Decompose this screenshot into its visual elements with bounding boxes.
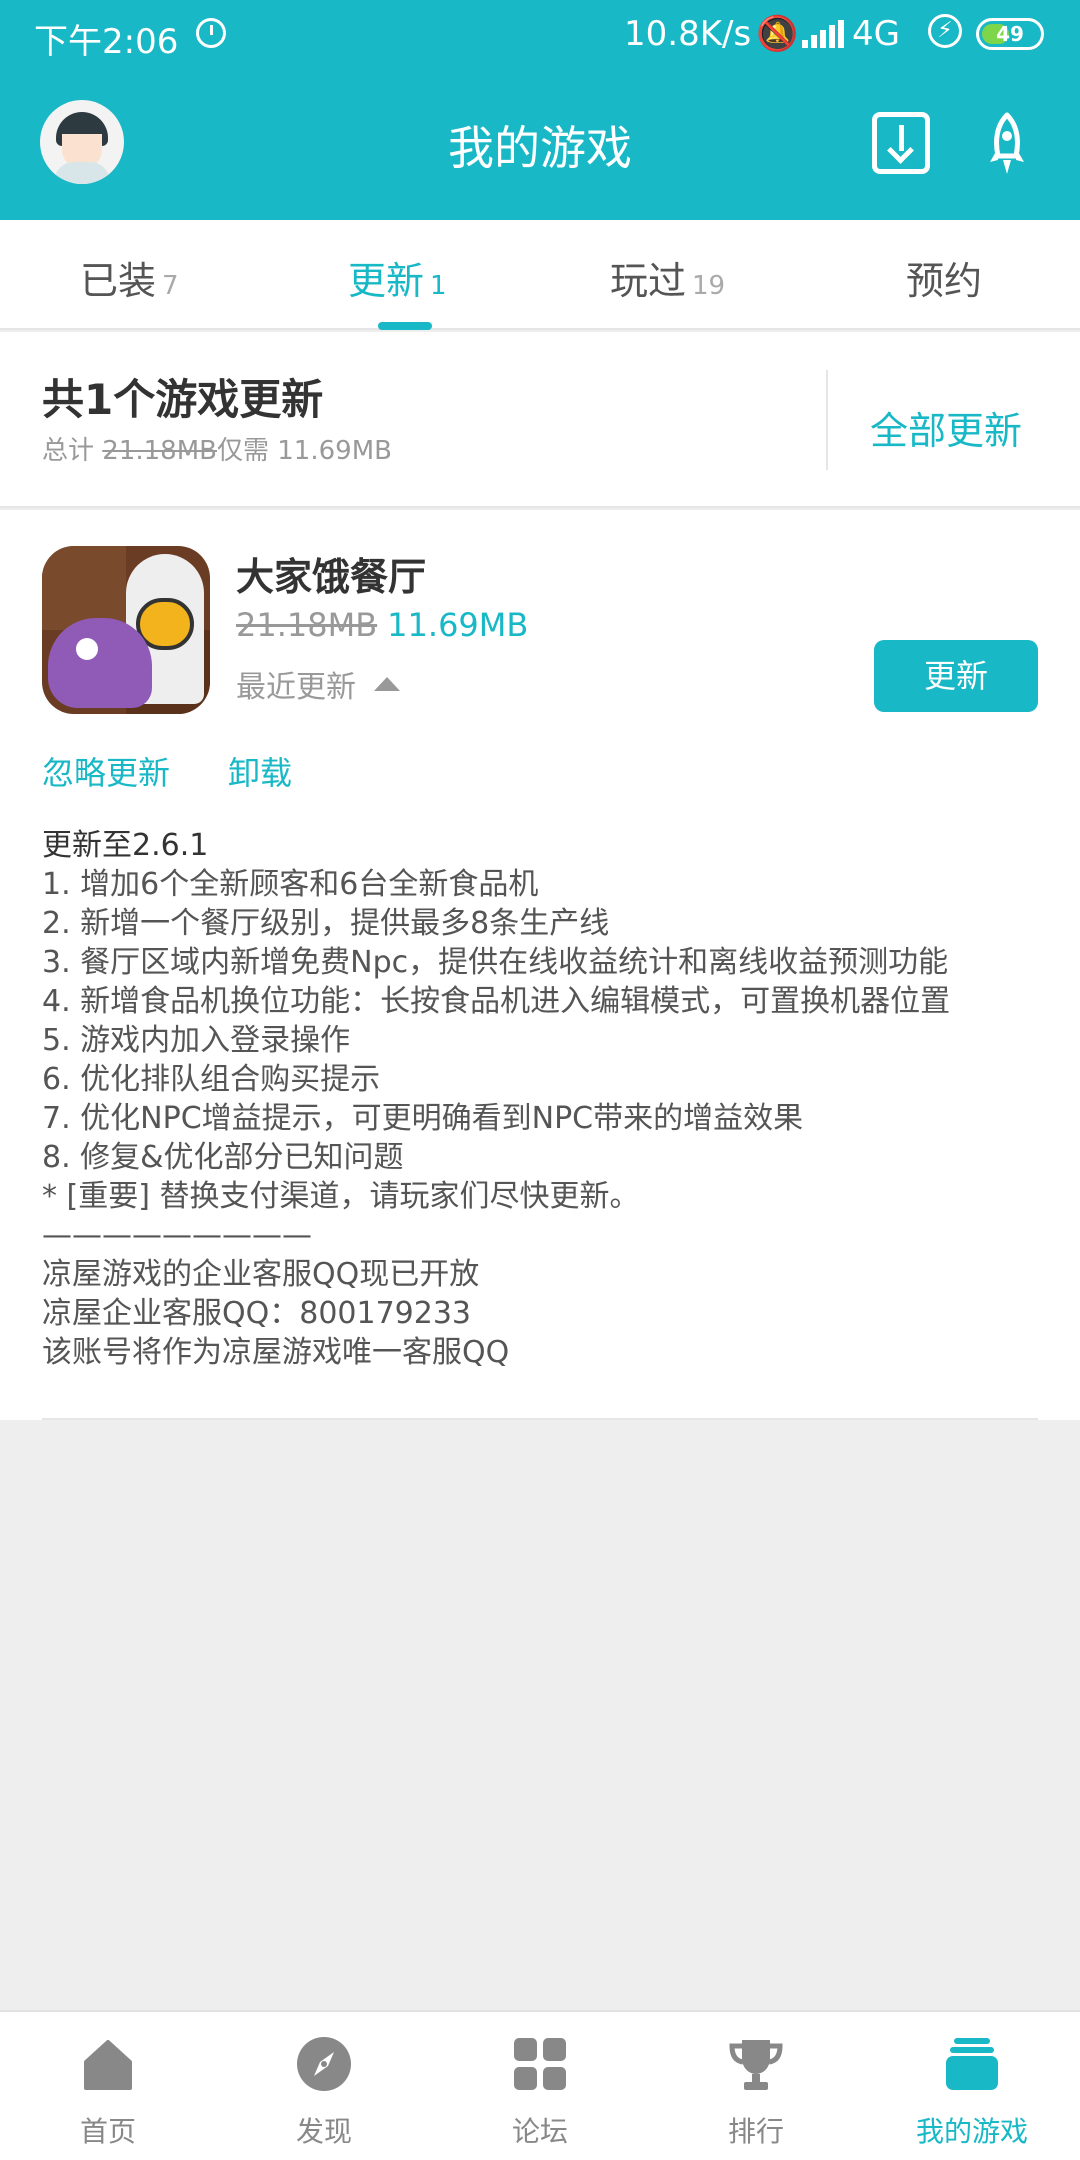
update-button[interactable]: 更新 bbox=[874, 640, 1038, 712]
battery-icon: 49 bbox=[976, 18, 1044, 50]
game-name[interactable]: 大家饿餐厅 bbox=[236, 546, 426, 601]
grid-icon bbox=[514, 2038, 566, 2090]
note-line: 凉屋游戏的企业客服QQ现已开放 bbox=[42, 1257, 480, 1292]
bottom-nav: 首页 发现 论坛 排行 我的游戏 bbox=[0, 2010, 1080, 2160]
note-line: 6. 优化排队组合购买提示 bbox=[42, 1062, 381, 1097]
ignore-update-link[interactable]: 忽略更新 bbox=[42, 748, 170, 794]
avatar-body bbox=[54, 162, 110, 184]
tab-count: 1 bbox=[430, 271, 447, 301]
nav-label: 首页 bbox=[79, 2115, 136, 2148]
tab-active-indicator bbox=[378, 322, 432, 330]
status-network: 4G bbox=[852, 14, 900, 54]
game-new-size: 11.69MB bbox=[387, 606, 529, 644]
divider bbox=[42, 1418, 1038, 1420]
home-icon bbox=[84, 2040, 132, 2090]
tab-played[interactable]: 玩过 19 bbox=[610, 250, 725, 305]
avatar[interactable] bbox=[40, 100, 124, 184]
tab-updates[interactable]: 更新 1 bbox=[348, 250, 447, 305]
note-line: 2. 新增一个餐厅级别，提供最多8条生产线 bbox=[42, 906, 610, 941]
signal-icon bbox=[802, 20, 846, 48]
download-icon[interactable] bbox=[872, 112, 930, 174]
nav-item-home[interactable]: 首页 bbox=[0, 2012, 216, 2160]
caret-up-icon bbox=[374, 677, 400, 691]
note-line: 1. 增加6个全新顾客和6台全新食品机 bbox=[42, 867, 539, 902]
update-notes: 更新至2.6.1 1. 增加6个全新顾客和6台全新食品机 2. 新增一个餐厅级别… bbox=[42, 826, 1052, 1372]
nav-label: 排行 bbox=[727, 2115, 784, 2148]
total-size: 21.18MB bbox=[102, 436, 217, 466]
mute-bell-icon: 🔕 bbox=[756, 14, 799, 54]
nav-label: 我的游戏 bbox=[915, 2115, 1028, 2148]
note-line: 更新至2.6.1 bbox=[42, 828, 209, 863]
update-all-button[interactable]: 全部更新 bbox=[870, 400, 1022, 455]
tab-bar: 已装 7 更新 1 玩过 19 预约 bbox=[0, 220, 1080, 330]
note-line: 4. 新增食品机换位功能：长按食品机进入编辑模式，可置换机器位置 bbox=[42, 984, 951, 1019]
note-line: ————————— bbox=[42, 1218, 312, 1253]
stack-icon bbox=[946, 2038, 998, 2090]
tab-label: 预约 bbox=[906, 259, 983, 303]
note-line: 3. 餐厅区域内新增免费Npc，提供在线收益统计和离线收益预测功能 bbox=[42, 945, 949, 980]
note-line: 7. 优化NPC增益提示，可更明确看到NPC带来的增益效果 bbox=[42, 1101, 804, 1136]
game-icon-monster bbox=[48, 618, 152, 708]
note-line: 8. 修复&优化部分已知问题 bbox=[42, 1140, 404, 1175]
tab-count: 19 bbox=[692, 271, 726, 301]
page-title: 我的游戏 bbox=[448, 121, 632, 175]
status-time: 下午2:06 bbox=[34, 22, 179, 62]
update-summary: 共1个游戏更新 总计 21.18MB仅需 11.69MB 全部更新 bbox=[0, 332, 1080, 508]
nav-item-forum[interactable]: 论坛 bbox=[432, 2012, 648, 2160]
note-line: 该账号将作为凉屋游戏唯一客服QQ bbox=[42, 1335, 510, 1370]
divider bbox=[826, 370, 828, 470]
tab-count: 7 bbox=[162, 271, 179, 301]
game-icon[interactable] bbox=[42, 546, 210, 714]
tab-installed[interactable]: 已装 7 bbox=[80, 250, 179, 305]
recent-update-toggle[interactable]: 最近更新 bbox=[236, 662, 400, 706]
nav-item-discover[interactable]: 发现 bbox=[216, 2012, 432, 2160]
compass-icon bbox=[297, 2037, 351, 2091]
tab-label: 已装 bbox=[80, 259, 157, 303]
game-icon-tile bbox=[42, 546, 126, 630]
note-line: * [重要] 替换支付渠道，请玩家们尽快更新。 bbox=[42, 1179, 640, 1214]
timer-icon bbox=[196, 18, 226, 48]
tab-label: 玩过 bbox=[610, 259, 687, 303]
header: 下午2:06 10.8K/s 🔕 4G ⚡ 49 我的游戏 bbox=[0, 0, 1080, 220]
game-update-card: 大家饿餐厅 21.18MB 11.69MB 最近更新 更新 忽略更新 卸载 更新至… bbox=[0, 510, 1080, 1420]
note-line: 凉屋企业客服QQ：800179233 bbox=[42, 1296, 472, 1331]
need-size: 11.69MB bbox=[277, 436, 392, 466]
nav-label: 论坛 bbox=[511, 2115, 568, 2148]
game-old-size: 21.18MB bbox=[236, 606, 378, 644]
uninstall-link[interactable]: 卸载 bbox=[228, 748, 292, 794]
trophy-icon bbox=[729, 2040, 783, 2090]
note-line: 5. 游戏内加入登录操作 bbox=[42, 1023, 351, 1058]
need-label: 仅需 bbox=[216, 436, 269, 466]
tab-label: 更新 bbox=[348, 259, 425, 303]
nav-item-my-games[interactable]: 我的游戏 bbox=[864, 2012, 1080, 2160]
nav-label: 发现 bbox=[295, 2115, 352, 2148]
game-icon-eye bbox=[76, 638, 98, 660]
rocket-icon[interactable] bbox=[986, 112, 1028, 178]
nav-item-ranking[interactable]: 排行 bbox=[648, 2012, 864, 2160]
status-bar: 下午2:06 10.8K/s 🔕 4G ⚡ 49 bbox=[0, 0, 1080, 70]
recent-update-label: 最近更新 bbox=[236, 670, 356, 705]
battery-level: 49 bbox=[996, 22, 1024, 46]
status-net-speed: 10.8K/s bbox=[624, 14, 752, 54]
total-label: 总计 bbox=[42, 436, 95, 466]
tab-reserved[interactable]: 预约 bbox=[906, 250, 982, 305]
summary-sizes: 总计 21.18MB仅需 11.69MB bbox=[42, 430, 392, 467]
charging-icon: ⚡ bbox=[928, 14, 962, 48]
game-sizes: 21.18MB 11.69MB bbox=[236, 606, 528, 644]
summary-title: 共1个游戏更新 bbox=[42, 375, 324, 424]
